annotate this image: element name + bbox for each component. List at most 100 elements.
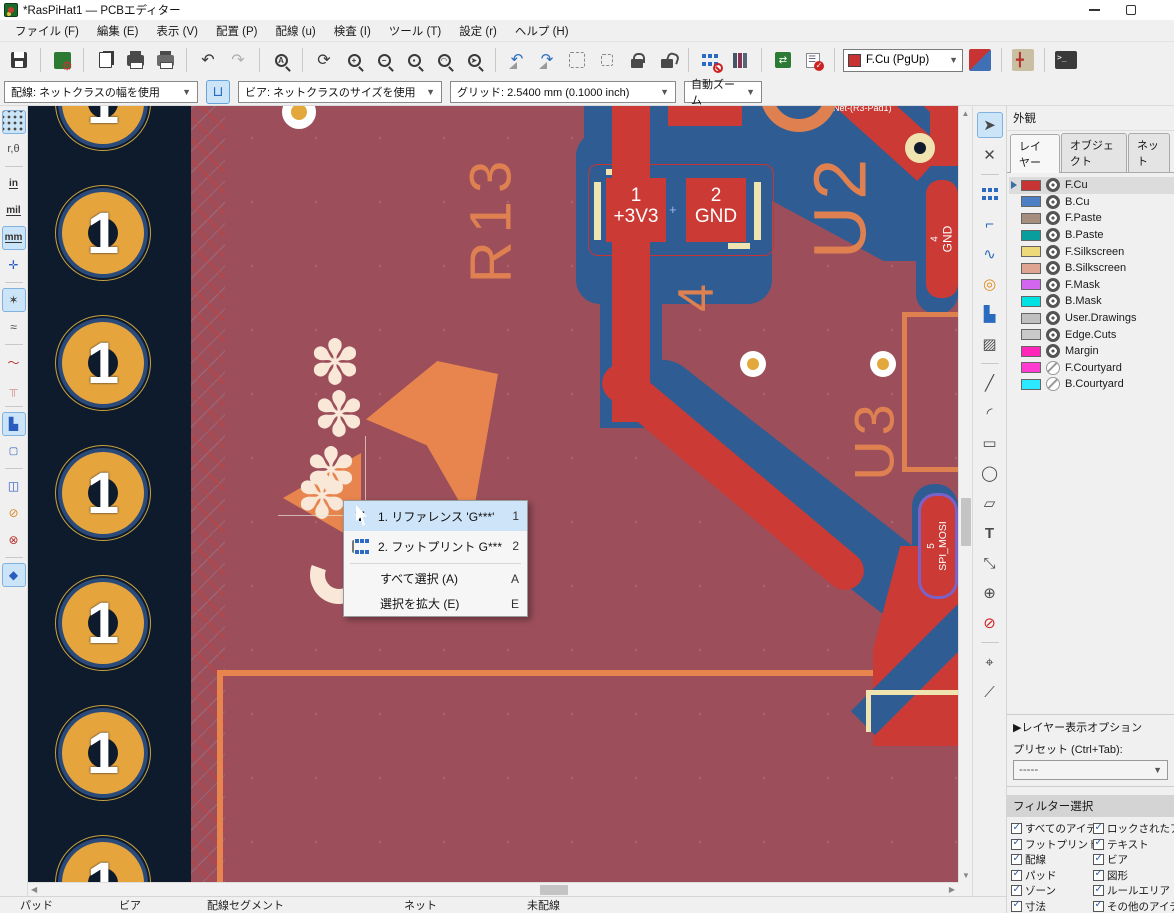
fcu-trace-diagonal[interactable]	[594, 356, 871, 597]
menu-help[interactable]: ヘルプ (H)	[506, 20, 578, 42]
draw-line-tool[interactable]: ╱	[977, 370, 1003, 396]
via-3[interactable]	[905, 133, 935, 163]
dimension-tool[interactable]: ⤡	[977, 550, 1003, 576]
redo-view-button[interactable]: ↷	[534, 47, 560, 73]
high-contrast-mode-toggle[interactable]: ◆	[2, 563, 26, 587]
menu-place[interactable]: 配置 (P)	[207, 20, 267, 42]
curved-ratsnest-toggle[interactable]: ≈	[2, 315, 26, 339]
draw-arc-tool[interactable]: ◜	[977, 400, 1003, 426]
checkbox-checked[interactable]	[1011, 854, 1022, 865]
tab-objects[interactable]: オブジェクト	[1061, 133, 1127, 172]
page-settings-button[interactable]	[92, 47, 118, 73]
checkbox-checked[interactable]	[1011, 823, 1022, 834]
print-button[interactable]	[122, 47, 148, 73]
layer-row-bcourtyard[interactable]: B.Courtyard	[1009, 376, 1174, 393]
via-top-left[interactable]	[282, 106, 316, 129]
menu-route[interactable]: 配線 (u)	[266, 20, 324, 42]
layer-color-swatch[interactable]	[1021, 230, 1041, 241]
checkbox-checked[interactable]	[1093, 823, 1104, 834]
menu-edit[interactable]: 編集 (E)	[88, 20, 148, 42]
update-pcb-button[interactable]: ⇄	[770, 47, 796, 73]
layer-row-fsilkscreen[interactable]: F.Silkscreen	[1009, 243, 1174, 260]
layer-color-swatch[interactable]	[1021, 313, 1041, 324]
zoom-in-button[interactable]: +	[341, 47, 367, 73]
silk-ref-u3[interactable]: U3	[842, 399, 907, 481]
tab-nets[interactable]: ネット	[1128, 133, 1170, 172]
eye-off-icon[interactable]	[1046, 377, 1060, 391]
layer-row-fcourtyard[interactable]: F.Courtyard	[1009, 360, 1174, 377]
filter-vias[interactable]: ビア	[1093, 853, 1174, 867]
layer-row-fpaste[interactable]: F.Paste	[1009, 210, 1174, 227]
auto-track-width-toggle[interactable]: ⊔	[206, 80, 230, 104]
sketch-footprints-toggle[interactable]: ◫	[2, 474, 26, 498]
menu-preferences[interactable]: 設定 (r)	[450, 20, 506, 42]
track-width-selector[interactable]: 配線: ネットクラスの幅を使用▼	[4, 81, 198, 103]
undo-view-button[interactable]: ↶	[504, 47, 530, 73]
menu-view[interactable]: 表示 (V)	[147, 20, 207, 42]
th-pad-4[interactable]: 1	[55, 445, 151, 541]
th-pad-5[interactable]: 1	[55, 575, 151, 671]
scroll-up-arrow[interactable]: ▲	[959, 106, 972, 118]
layer-color-swatch[interactable]	[1021, 329, 1041, 340]
layer-row-bsilkscreen[interactable]: B.Silkscreen	[1009, 260, 1174, 277]
filter-all-items[interactable]: すべてのアイテム	[1011, 822, 1093, 836]
scroll-right-arrow[interactable]: ▶	[949, 885, 955, 894]
drill-origin-tool[interactable]: ⌖	[977, 649, 1003, 675]
layer-color-swatch[interactable]	[1021, 279, 1041, 290]
layer-color-swatch[interactable]	[1021, 346, 1041, 357]
polar-coordinates-toggle[interactable]: r,θ	[2, 137, 26, 161]
eye-icon[interactable]	[1046, 294, 1060, 308]
layer-row-fcu[interactable]: F.Cu	[1009, 177, 1174, 194]
measure-tool[interactable]: ⟋	[977, 679, 1003, 705]
plot-button[interactable]	[152, 47, 178, 73]
layer-row-bmask[interactable]: B.Mask	[1009, 293, 1174, 310]
th-pad-3[interactable]: 1	[55, 315, 151, 411]
context-menu-item-footprint[interactable]: 2. フットプリント G*** 2	[344, 531, 527, 561]
units-inches-toggle[interactable]: in	[2, 172, 26, 196]
board-setup-button[interactable]	[49, 47, 75, 73]
layer-row-fmask[interactable]: F.Mask	[1009, 277, 1174, 294]
save-button[interactable]	[6, 47, 32, 73]
zone-outline-display-toggle[interactable]: ▢	[2, 439, 26, 463]
checkbox-checked[interactable]	[1093, 901, 1104, 912]
filter-locked-items[interactable]: ロックされたアイテム	[1093, 822, 1174, 836]
filter-zones[interactable]: ゾーン	[1011, 884, 1093, 898]
layer-pair-button[interactable]	[967, 47, 993, 73]
checkbox-checked[interactable]	[1011, 839, 1022, 850]
checkbox-checked[interactable]	[1093, 885, 1104, 896]
eye-icon[interactable]	[1046, 245, 1060, 259]
sketch-vias-toggle[interactable]: ⊘	[2, 501, 26, 525]
add-via-tool[interactable]: ◎	[977, 271, 1003, 297]
th-pad-2[interactable]: 1	[55, 185, 151, 281]
checkbox-checked[interactable]	[1093, 854, 1104, 865]
draw-circle-tool[interactable]: ◯	[977, 460, 1003, 486]
layer-row-bcu[interactable]: B.Cu	[1009, 194, 1174, 211]
via-size-selector[interactable]: ビア: ネットクラスのサイズを使用▼	[238, 81, 442, 103]
canvas-horizontal-scrollbar[interactable]: ◀ ▶	[28, 882, 958, 896]
layer-color-swatch[interactable]	[1021, 213, 1041, 224]
eye-icon[interactable]	[1046, 195, 1060, 209]
filter-text[interactable]: テキスト	[1093, 837, 1174, 851]
checkbox-checked[interactable]	[1011, 901, 1022, 912]
checkbox-checked[interactable]	[1011, 870, 1022, 881]
eye-icon[interactable]	[1046, 344, 1060, 358]
context-menu-item-expand-selection[interactable]: 選択を拡大 (E) E	[344, 591, 527, 616]
preset-selector[interactable]: -----▼	[1013, 760, 1168, 780]
group-button[interactable]	[564, 47, 590, 73]
menu-tools[interactable]: ツール (T)	[380, 20, 450, 42]
layer-row-userdrawings[interactable]: User.Drawings	[1009, 310, 1174, 327]
ungroup-button[interactable]	[594, 47, 620, 73]
layer-row-edgecuts[interactable]: Edge.Cuts	[1009, 326, 1174, 343]
vertical-scroll-thumb[interactable]	[961, 498, 971, 546]
lock-button[interactable]	[624, 47, 650, 73]
tune-length-tool[interactable]: ∿	[977, 241, 1003, 267]
sketch-tracks-toggle[interactable]: ⊗	[2, 528, 26, 552]
eye-icon[interactable]	[1046, 228, 1060, 242]
silk-ref-r13[interactable]: R13	[458, 153, 525, 283]
layer-color-swatch[interactable]	[1021, 296, 1041, 307]
filter-graphics[interactable]: 図形	[1093, 868, 1174, 882]
via-1[interactable]	[740, 351, 766, 377]
zoom-fit-button[interactable]: ▪	[401, 47, 427, 73]
canvas-vertical-scrollbar[interactable]: ▲ ▼	[958, 106, 972, 882]
fcu-trace-pad1-top[interactable]	[612, 106, 650, 182]
